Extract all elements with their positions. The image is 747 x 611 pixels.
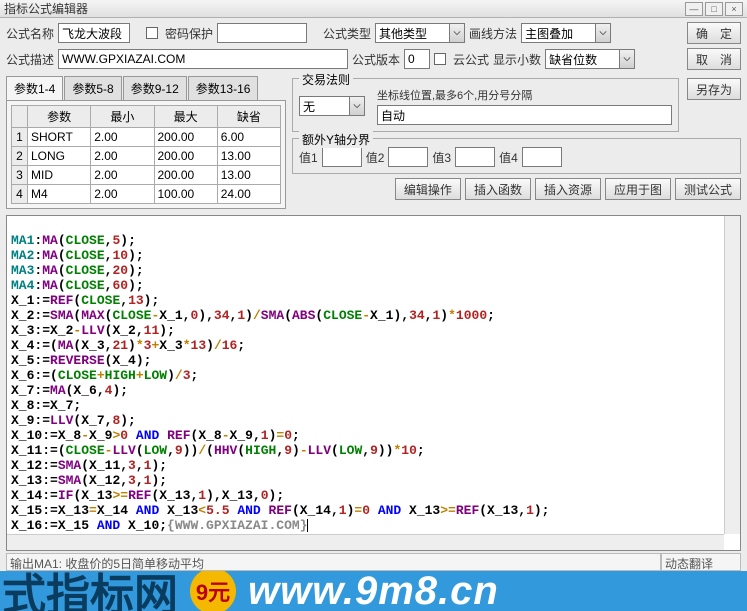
decimal-combo[interactable]: [545, 49, 635, 69]
version-input[interactable]: [404, 49, 430, 69]
param-name[interactable]: [31, 130, 87, 144]
chevron-down-icon[interactable]: [619, 49, 635, 69]
y3-input[interactable]: [455, 147, 495, 167]
rule-auto-input[interactable]: [377, 105, 672, 125]
saveas-button[interactable]: 另存为: [687, 78, 741, 100]
tab-params-5-8[interactable]: 参数5-8: [64, 76, 121, 100]
col-def: 缺省: [217, 106, 280, 128]
test-button[interactable]: 测试公式: [675, 178, 741, 200]
code-editor[interactable]: MA1:MA(CLOSE,5); MA2:MA(CLOSE,10); MA3:M…: [6, 215, 741, 551]
label-decimal: 显示小数: [493, 51, 541, 68]
table-row: 3: [12, 166, 281, 185]
rule-hint: 坐标线位置,最多6个,用分号分隔: [377, 87, 672, 103]
label-cloud: 云公式: [453, 51, 489, 68]
param-def[interactable]: [221, 130, 277, 144]
param-tabs: 参数1-4 参数5-8 参数9-12 参数13-16: [6, 76, 286, 100]
window-title: 指标公式编辑器: [4, 0, 683, 17]
label-desc: 公式描述: [6, 51, 54, 68]
banner-url: www.9m8.cn: [248, 571, 747, 611]
y2-input[interactable]: [388, 147, 428, 167]
label-name: 公式名称: [6, 25, 54, 42]
legend-rule: 交易法则: [299, 71, 353, 88]
param-max[interactable]: [158, 130, 214, 144]
chevron-down-icon[interactable]: [595, 23, 611, 43]
maximize-button[interactable]: □: [705, 2, 723, 16]
param-min[interactable]: [94, 130, 150, 144]
coin-icon: 9元: [190, 571, 236, 611]
tab-params-1-4[interactable]: 参数1-4: [6, 76, 63, 100]
formula-desc-input[interactable]: [58, 49, 348, 69]
formula-type-combo[interactable]: [375, 23, 465, 43]
ok-button[interactable]: 确 定: [687, 22, 741, 44]
status-right: 动态翻译: [661, 553, 741, 571]
chevron-down-icon[interactable]: [349, 96, 365, 116]
formula-name-input[interactable]: [58, 23, 130, 43]
insert-fn-button[interactable]: 插入函数: [465, 178, 531, 200]
col-max: 最大: [154, 106, 217, 128]
scrollbar-vertical[interactable]: [724, 216, 740, 534]
draw-method-combo[interactable]: [521, 23, 611, 43]
cancel-button[interactable]: 取 消: [687, 48, 741, 70]
status-left: 输出MA1: 收盘价的5日简单移动平均: [6, 553, 661, 571]
col-param: 参数: [28, 106, 91, 128]
param-table: 参数 最小 最大 缺省 1 2 3: [11, 105, 281, 204]
y1-input[interactable]: [322, 147, 362, 167]
label-pwd: 密码保护: [165, 25, 213, 42]
footer-banner: 式指标网 9元 www.9m8.cn: [0, 571, 747, 611]
password-input[interactable]: [217, 23, 307, 43]
insert-res-button[interactable]: 插入资源: [535, 178, 601, 200]
text-cursor: [307, 519, 308, 532]
cloud-checkbox[interactable]: [434, 53, 446, 65]
minimize-button[interactable]: —: [685, 2, 703, 16]
table-row: 1: [12, 128, 281, 147]
col-min: 最小: [91, 106, 154, 128]
table-row: 4: [12, 185, 281, 204]
apply-button[interactable]: 应用于图: [605, 178, 671, 200]
edit-op-button[interactable]: 编辑操作: [395, 178, 461, 200]
tab-params-9-12[interactable]: 参数9-12: [123, 76, 187, 100]
scrollbar-horizontal[interactable]: [7, 534, 724, 550]
password-checkbox[interactable]: [146, 27, 158, 39]
label-version: 公式版本: [352, 51, 400, 68]
tab-params-13-16[interactable]: 参数13-16: [188, 76, 259, 100]
rule-combo[interactable]: [299, 96, 365, 116]
close-button[interactable]: ×: [725, 2, 743, 16]
label-type: 公式类型: [323, 25, 371, 42]
legend-yaxis: 额外Y轴分界: [299, 131, 373, 148]
y4-input[interactable]: [522, 147, 562, 167]
chevron-down-icon[interactable]: [449, 23, 465, 43]
title-bar: 指标公式编辑器 — □ ×: [0, 0, 747, 18]
table-row: 2: [12, 147, 281, 166]
label-draw: 画线方法: [469, 25, 517, 42]
banner-left: 式指标网: [0, 571, 178, 611]
